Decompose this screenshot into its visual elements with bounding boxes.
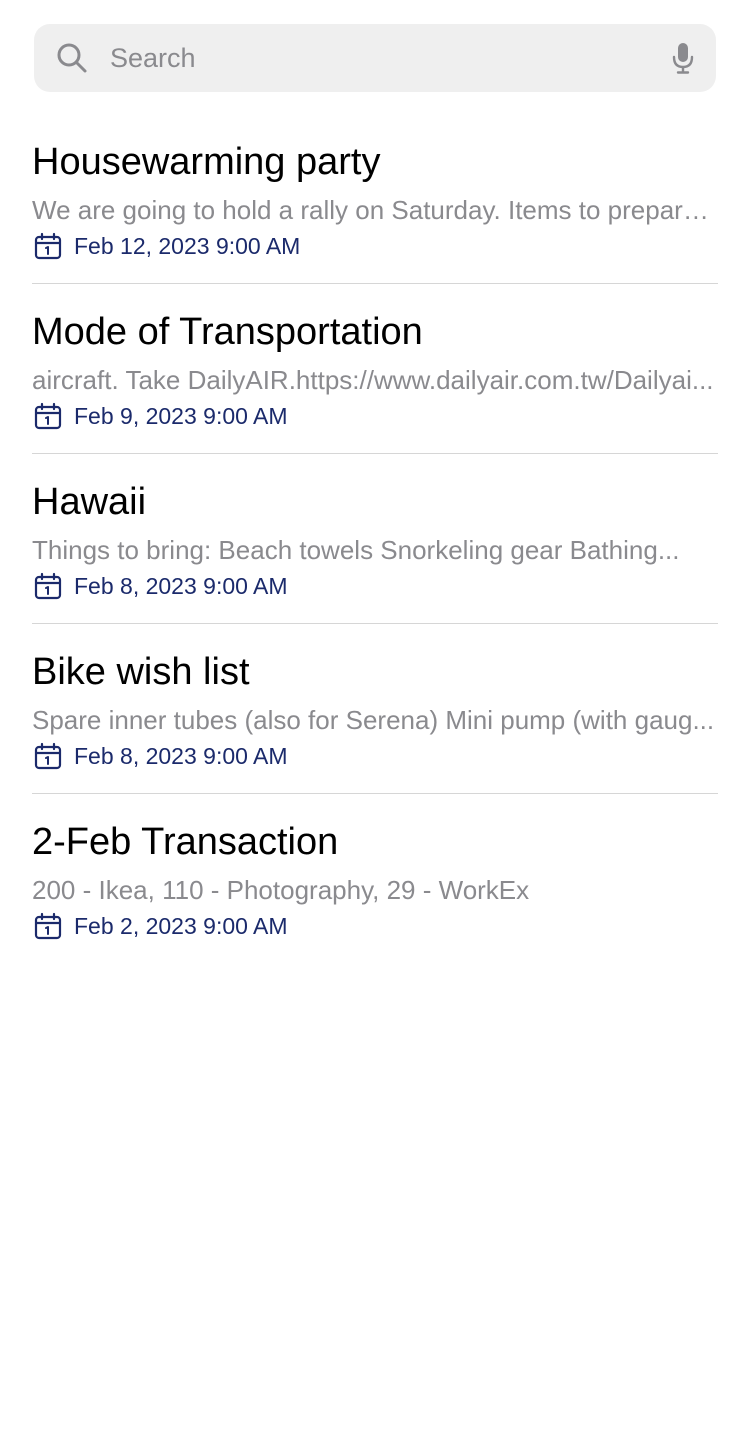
- calendar-icon: [34, 572, 62, 600]
- divider: [32, 793, 718, 794]
- note-date: Feb 8, 2023 9:00 AM: [74, 743, 288, 769]
- search-icon: [57, 43, 87, 73]
- search-input[interactable]: [110, 24, 650, 92]
- note-item[interactable]: Housewarming party We are going to hold …: [32, 128, 718, 298]
- divider: [32, 453, 718, 454]
- calendar-icon: [34, 742, 62, 770]
- note-date-row: Feb 8, 2023 9:00 AM: [32, 740, 288, 772]
- note-date-row: Feb 9, 2023 9:00 AM: [32, 400, 288, 432]
- note-item[interactable]: Bike wish list Spare inner tubes (also f…: [32, 638, 718, 808]
- search-bar[interactable]: [34, 24, 716, 92]
- note-title: 2-Feb Transaction: [32, 821, 339, 863]
- divider: [32, 283, 718, 284]
- calendar-icon: [34, 912, 62, 940]
- calendar-icon: [34, 232, 62, 260]
- microphone-icon[interactable]: [672, 42, 694, 74]
- note-item[interactable]: Mode of Transportation aircraft. Take Da…: [32, 298, 718, 468]
- note-date: Feb 12, 2023 9:00 AM: [74, 233, 301, 259]
- note-title: Housewarming party: [32, 141, 381, 183]
- note-item[interactable]: Hawaii Things to bring: Beach towels Sno…: [32, 468, 718, 638]
- note-item[interactable]: 2-Feb Transaction 200 - Ikea, 110 - Phot…: [32, 808, 718, 978]
- notes-screen: Housewarming party We are going to hold …: [0, 0, 750, 1448]
- note-title: Hawaii: [32, 481, 147, 523]
- note-list: Housewarming party We are going to hold …: [32, 128, 718, 978]
- note-preview: Spare inner tubes (also for Serena) Mini…: [32, 705, 715, 735]
- note-date-row: Feb 12, 2023 9:00 AM: [32, 230, 300, 262]
- note-title: Bike wish list: [32, 651, 250, 693]
- note-preview: 200 - Ikea, 110 - Photography, 29 - Work…: [32, 875, 530, 905]
- note-date: Feb 9, 2023 9:00 AM: [74, 403, 288, 429]
- note-date-row: Feb 8, 2023 9:00 AM: [32, 570, 288, 602]
- note-title: Mode of Transportation: [32, 311, 423, 353]
- divider: [32, 623, 718, 624]
- note-preview: We are going to hold a rally on Saturday…: [32, 195, 718, 225]
- note-date-row: Feb 2, 2023 9:00 AM: [32, 910, 288, 942]
- note-preview: aircraft. Take DailyAIR.https://www.dail…: [32, 365, 714, 395]
- note-date: Feb 2, 2023 9:00 AM: [74, 913, 288, 939]
- note-preview: Things to bring: Beach towels Snorkeling…: [32, 535, 680, 565]
- note-date: Feb 8, 2023 9:00 AM: [74, 573, 288, 599]
- calendar-icon: [34, 402, 62, 430]
